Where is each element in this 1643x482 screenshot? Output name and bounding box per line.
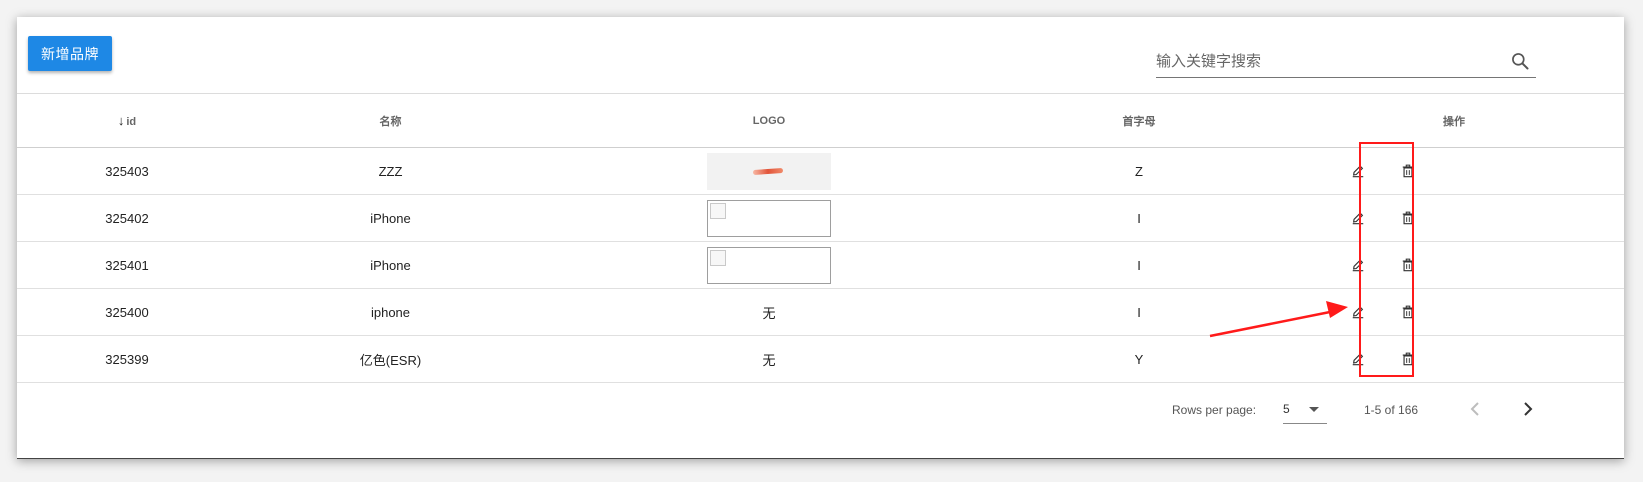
- rows-per-page-select[interactable]: 5: [1283, 395, 1327, 424]
- brand-logo-image: [707, 152, 831, 190]
- cell-letter: Y: [994, 335, 1284, 383]
- table-header-row: ↓ id 名称 LOGO 首字母 操作: [17, 94, 1624, 148]
- cell-id: 325402: [17, 194, 237, 242]
- broken-image-icon: [707, 199, 831, 237]
- cell-logo: [544, 147, 994, 195]
- cell-actions: [1284, 288, 1624, 336]
- cell-id: 325399: [17, 335, 237, 383]
- cell-actions: [1284, 335, 1624, 383]
- search-field: [1156, 47, 1536, 78]
- cell-logo: [544, 241, 994, 289]
- column-header-id[interactable]: ↓ id: [17, 94, 237, 148]
- cell-actions: [1284, 241, 1624, 289]
- cell-logo: 无: [544, 288, 994, 336]
- cell-letter: I: [994, 194, 1284, 242]
- cell-id: 325401: [17, 241, 237, 289]
- page-range-text: 1-5 of 166: [1364, 403, 1419, 417]
- cell-letter: Z: [994, 147, 1284, 195]
- cell-actions: [1284, 194, 1624, 242]
- column-header-logo: LOGO: [544, 94, 994, 148]
- cell-logo: 无: [544, 335, 994, 383]
- search-input[interactable]: [1156, 47, 1496, 75]
- cell-id: 325400: [17, 288, 237, 336]
- column-header-name: 名称: [237, 94, 544, 148]
- column-header-actions: 操作: [1284, 94, 1624, 148]
- cell-name: iPhone: [237, 241, 544, 289]
- sort-arrow-down-icon: ↓: [117, 113, 125, 128]
- cell-name: ZZZ: [237, 147, 544, 195]
- cell-name: 亿色(ESR): [237, 335, 544, 383]
- search-icon[interactable]: [1510, 51, 1530, 71]
- cell-name: iphone: [237, 288, 544, 336]
- cell-actions: [1284, 147, 1624, 195]
- cell-letter: I: [994, 288, 1284, 336]
- broken-image-icon: [707, 246, 831, 284]
- add-brand-button[interactable]: 新增品牌: [28, 36, 112, 71]
- column-header-letter: 首字母: [994, 94, 1284, 148]
- cell-logo: [544, 194, 994, 242]
- cell-id: 325403: [17, 147, 237, 195]
- rows-per-page-label: Rows per page:: [1172, 403, 1257, 417]
- dropdown-caret-icon: [1309, 407, 1319, 412]
- rows-per-page-value: 5: [1283, 402, 1290, 416]
- previous-page-icon[interactable]: [1460, 394, 1490, 424]
- pagination-bar: Rows per page: 5 1-5 of 166: [17, 382, 1624, 438]
- cell-name: iPhone: [237, 194, 544, 242]
- cell-letter: I: [994, 241, 1284, 289]
- next-page-icon[interactable]: [1513, 394, 1543, 424]
- annotation-highlight-box: [1359, 142, 1414, 377]
